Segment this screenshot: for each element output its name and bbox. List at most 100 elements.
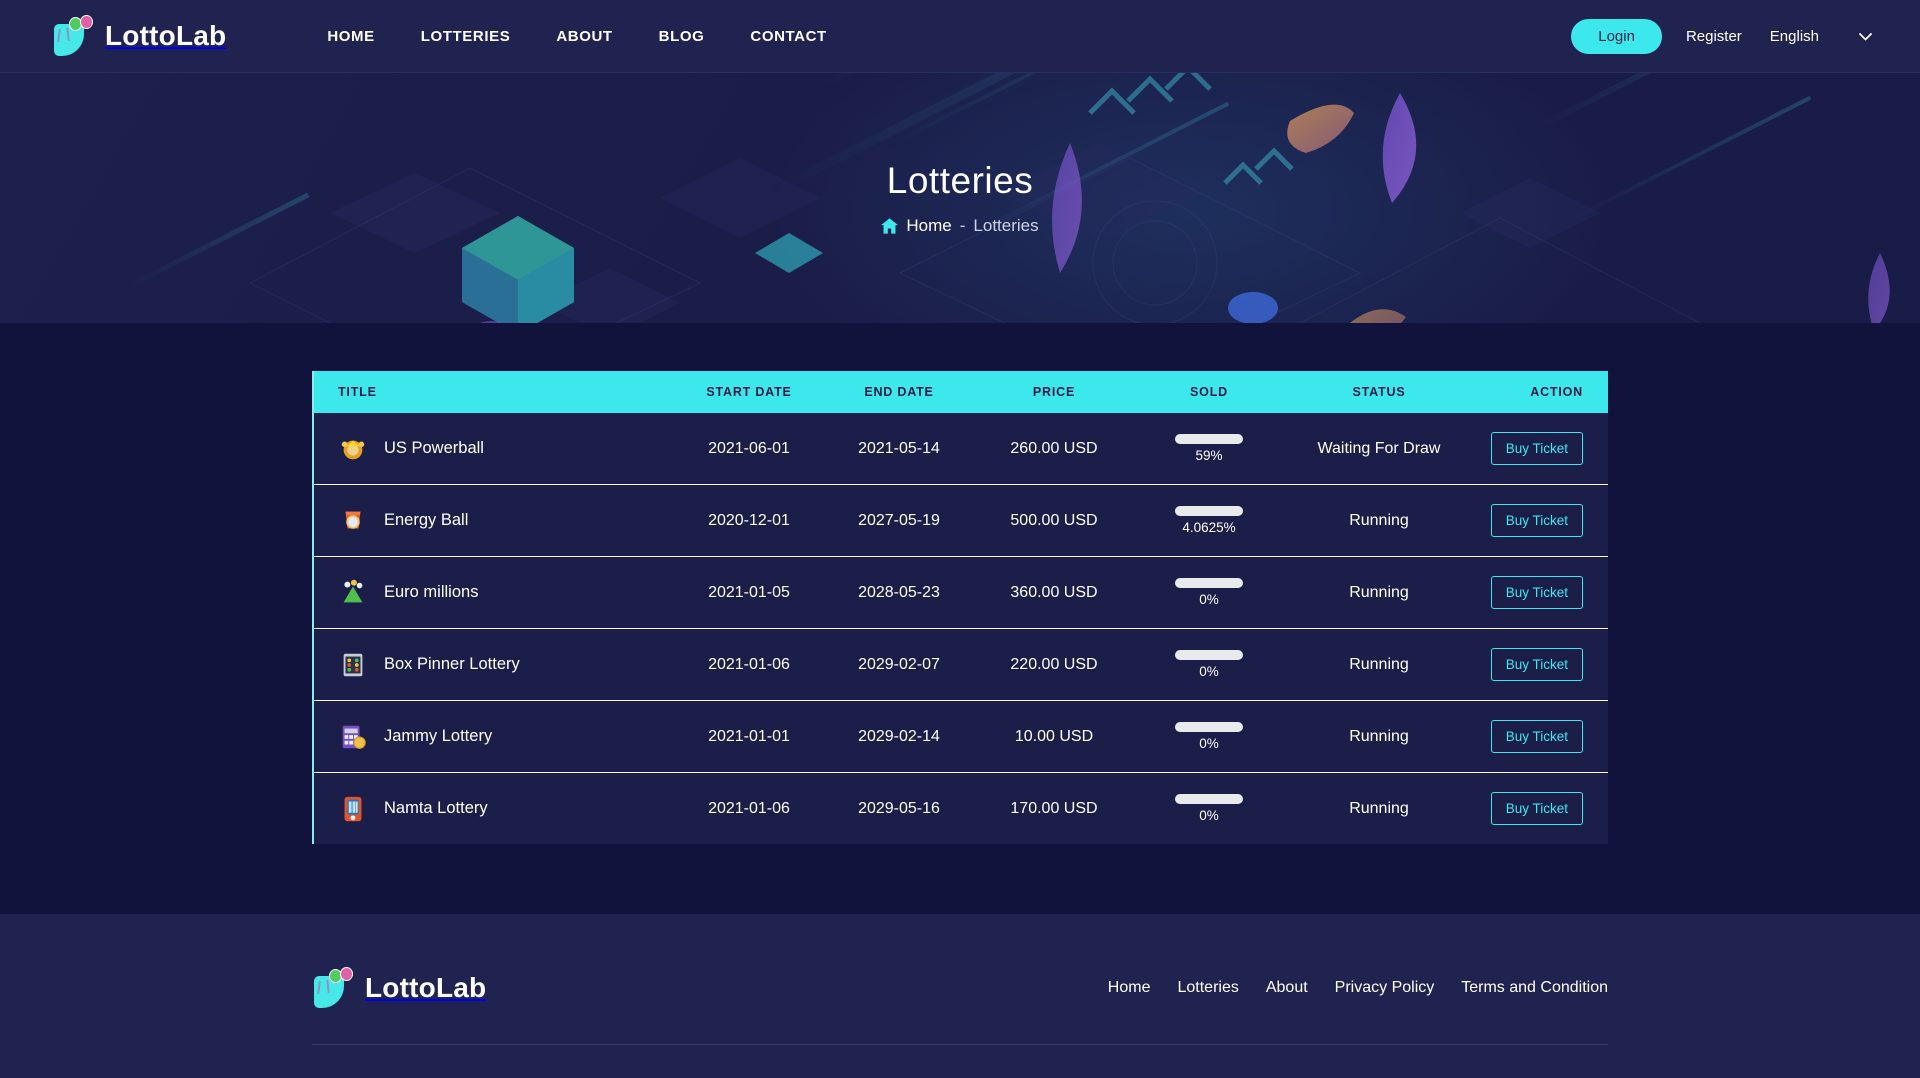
column-header-title: TITLE (314, 371, 674, 413)
cell-start-date: 2021-01-06 (708, 799, 790, 817)
lottery-icon (338, 506, 368, 536)
sold-progress-bar (1175, 506, 1243, 516)
lottery-table-container: TITLE START DATE END DATE PRICE SOLD STA… (312, 371, 1608, 844)
table-header-row: TITLE START DATE END DATE PRICE SOLD STA… (314, 371, 1608, 413)
cell-title: Namta Lottery (314, 773, 674, 845)
breadcrumb-home[interactable]: Home (906, 216, 951, 236)
cell-end-date: 2029-02-07 (858, 655, 940, 673)
buy-ticket-button[interactable]: Buy Ticket (1490, 648, 1583, 681)
cell-start-date: 2021-01-01 (708, 727, 790, 745)
main-content: TITLE START DATE END DATE PRICE SOLD STA… (0, 323, 1920, 914)
cell-price: 500.00 USD (1010, 511, 1098, 529)
sold-percent-label: 0% (1199, 592, 1219, 607)
cell-title: US Powerball (314, 413, 674, 485)
site-header: LottoLab HOME LOTTERIES ABOUT BLOG CONTA… (0, 0, 1920, 73)
header-actions: Login Register English (1571, 18, 1872, 54)
breadcrumb-current: Lotteries (973, 216, 1039, 235)
cell-status: Running (1349, 727, 1409, 745)
lottery-title: Energy Ball (384, 511, 469, 529)
cell-price: 260.00 USD (1010, 439, 1098, 457)
footer-logo[interactable]: LottoLab (312, 966, 486, 1010)
page-hero: Lotteries Home - Lotteries (0, 73, 1920, 323)
sold-percent-label: 0% (1199, 736, 1219, 751)
cell-sold: 0% (1134, 557, 1284, 629)
nav-item-blog[interactable]: BLOG (636, 0, 728, 73)
column-header-status: STATUS (1284, 371, 1474, 413)
nav-item-lotteries[interactable]: LOTTERIES (398, 0, 534, 73)
footer-logo-text: LottoLab (365, 972, 487, 1003)
lottery-icon (338, 722, 368, 752)
register-link[interactable]: Register (1686, 28, 1742, 45)
cell-sold: 0% (1134, 773, 1284, 845)
table-row: Jammy Lottery 2021-01-01 2029-02-14 10.00 U… (314, 700, 1608, 773)
cell-sold: 4.0625% (1134, 485, 1284, 557)
cell-title: Energy Ball (314, 485, 674, 557)
footer-link-terms-and-condition[interactable]: Terms and Condition (1461, 979, 1608, 997)
main-nav: HOME LOTTERIES ABOUT BLOG CONTACT (304, 0, 849, 73)
breadcrumb-separator: - (959, 216, 966, 235)
table-body: US Powerball 2021-06-01 2021-05-14 260.00 U… (314, 413, 1608, 844)
cell-status: Running (1349, 655, 1409, 673)
footer-link-home[interactable]: Home (1108, 979, 1151, 997)
language-label: English (1769, 27, 1819, 45)
home-icon (881, 218, 899, 234)
buy-ticket-button[interactable]: Buy Ticket (1490, 792, 1583, 825)
sold-percent-label: 4.0625% (1182, 520, 1236, 535)
lottolab-logo-icon (52, 14, 96, 58)
lottery-icon (338, 578, 368, 608)
cell-start-date: 2021-06-01 (708, 439, 790, 457)
footer-link-lotteries[interactable]: Lotteries (1177, 979, 1238, 997)
sold-percent-label: 59% (1195, 448, 1223, 463)
sold-progress-bar (1175, 578, 1243, 588)
cell-end-date: 2029-05-16 (858, 799, 940, 817)
sold-percent-label: 0% (1199, 664, 1219, 679)
cell-price: 220.00 USD (1010, 655, 1098, 673)
cell-end-date: 2021-05-14 (858, 439, 940, 457)
cell-action: Buy Ticket (1474, 773, 1608, 845)
nav-item-home[interactable]: HOME (304, 0, 397, 73)
lottery-title: Namta Lottery (384, 799, 488, 817)
cell-title: Box Pinner Lottery (314, 629, 674, 701)
cell-title: Euro millions (314, 557, 674, 629)
buy-ticket-button[interactable]: Buy Ticket (1490, 432, 1583, 465)
footer-nav: Home Lotteries About Privacy Policy Term… (1108, 979, 1608, 997)
cell-action: Buy Ticket (1474, 629, 1608, 701)
login-button[interactable]: Login (1571, 18, 1662, 54)
lottery-icon (338, 434, 368, 464)
buy-ticket-button[interactable]: Buy Ticket (1490, 504, 1583, 537)
site-footer: LottoLab Home Lotteries About Privacy Po… (0, 914, 1920, 1078)
buy-ticket-button[interactable]: Buy Ticket (1490, 720, 1583, 753)
footer-link-about[interactable]: About (1266, 979, 1308, 997)
cell-status: Running (1349, 511, 1409, 529)
cell-price: 360.00 USD (1010, 583, 1098, 601)
cell-end-date: 2027-05-19 (858, 511, 940, 529)
column-header-start-date: START DATE (674, 371, 824, 413)
footer-link-privacy-policy[interactable]: Privacy Policy (1335, 979, 1435, 997)
buy-ticket-button[interactable]: Buy Ticket (1490, 576, 1583, 609)
cell-sold: 59% (1134, 413, 1284, 485)
table-row: Box Pinner Lottery 2021-01-06 2029-02-07 22… (314, 628, 1608, 701)
column-header-action: ACTION (1474, 371, 1608, 413)
sold-progress-bar (1175, 434, 1243, 444)
nav-item-about[interactable]: ABOUT (533, 0, 635, 73)
cell-sold: 0% (1134, 701, 1284, 773)
table-row: Euro millions 2021-01-05 2028-05-23 360.00 … (314, 556, 1608, 629)
column-header-end-date: END DATE (824, 371, 974, 413)
nav-item-contact[interactable]: CONTACT (727, 0, 849, 73)
cell-action: Buy Ticket (1474, 485, 1608, 557)
cell-title: Jammy Lottery (314, 701, 674, 773)
cell-start-date: 2021-01-06 (708, 655, 790, 673)
site-logo[interactable]: LottoLab (52, 14, 226, 58)
lottery-icon (338, 650, 368, 680)
column-header-sold: SOLD (1134, 371, 1284, 413)
lottery-title: Jammy Lottery (384, 727, 493, 745)
cell-status: Running (1349, 583, 1409, 601)
language-selector[interactable]: English (1770, 28, 1872, 45)
sold-progress-bar (1175, 722, 1243, 732)
cell-start-date: 2021-01-05 (708, 583, 790, 601)
lottery-title: Box Pinner Lottery (384, 655, 520, 673)
sold-progress-bar (1175, 794, 1243, 804)
lottolab-logo-icon (312, 966, 356, 1010)
breadcrumb: Home - Lotteries (881, 216, 1039, 236)
cell-action: Buy Ticket (1474, 557, 1608, 629)
